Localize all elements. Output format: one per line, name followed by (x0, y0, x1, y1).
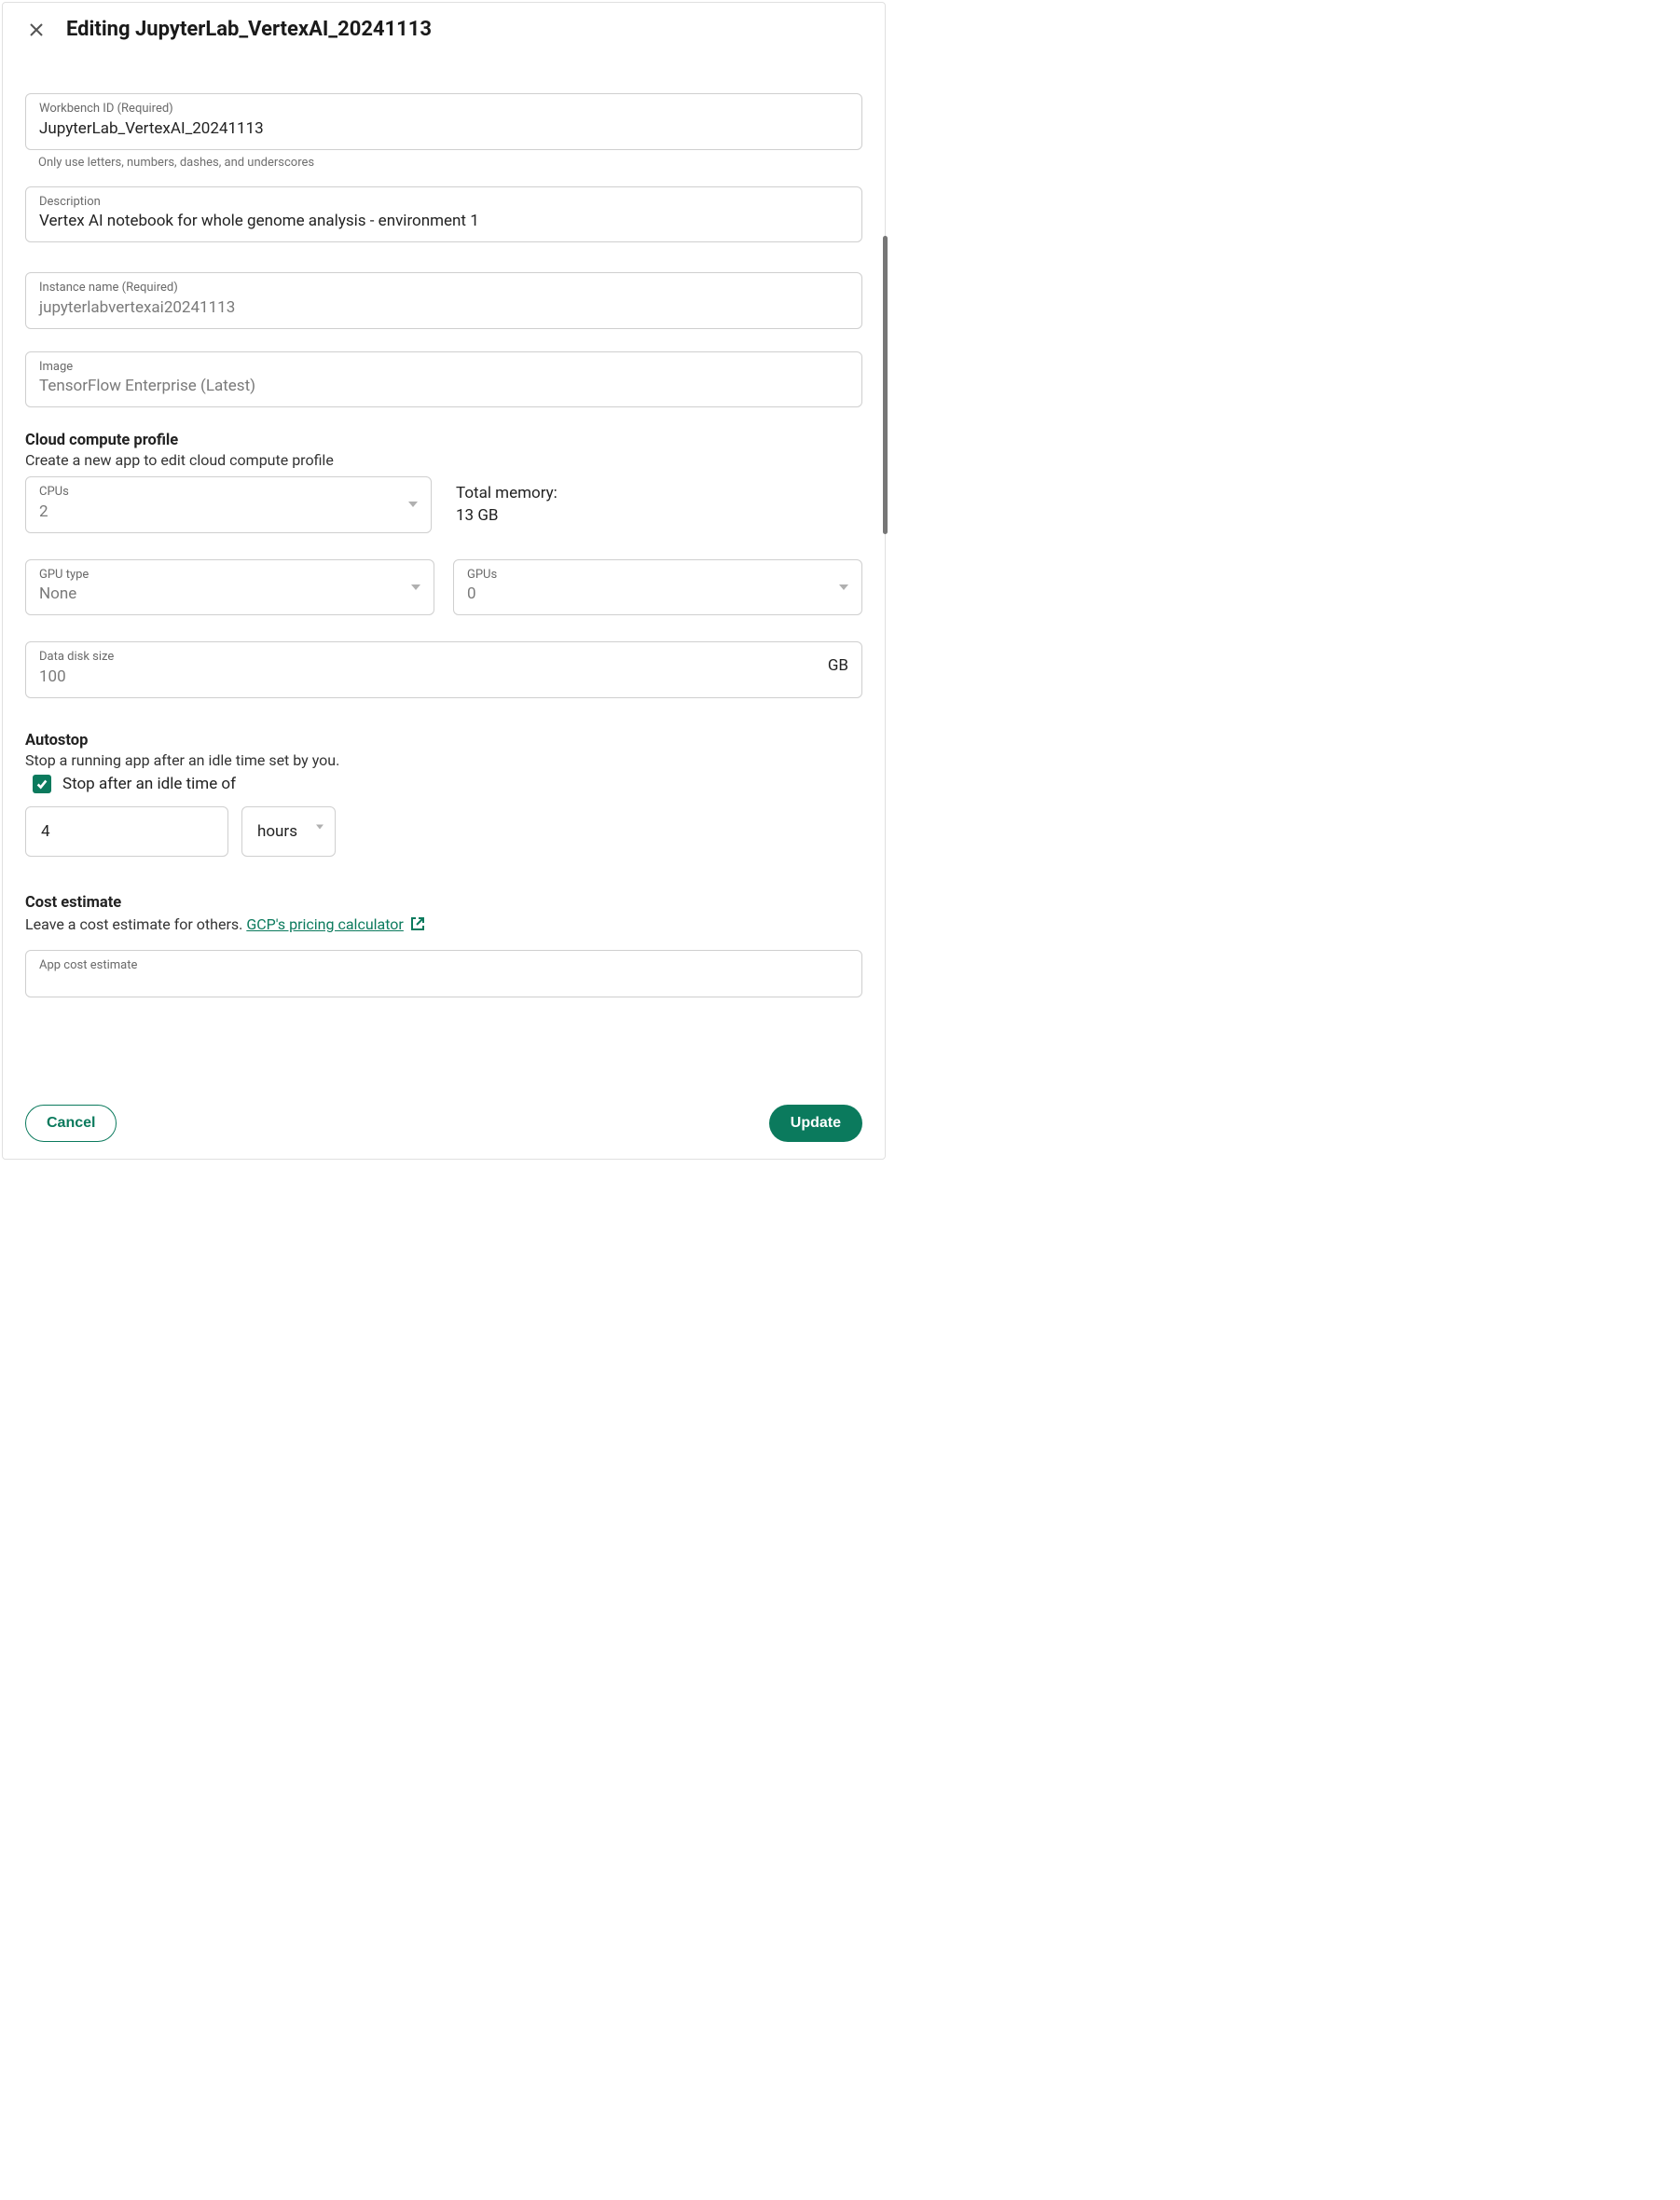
workbench-id-label: Workbench ID (Required) (39, 102, 848, 117)
cost-prefix: Leave a cost estimate for others. (25, 915, 246, 933)
panel-header: Editing JupyterLab_VertexAI_20241113 (3, 3, 885, 50)
image-label: Image (39, 360, 848, 375)
check-icon (35, 777, 48, 791)
autostop-sub: Stop a running app after an idle time se… (25, 751, 862, 769)
chevron-down-icon (316, 824, 324, 829)
autostop-heading: Autostop (25, 732, 862, 749)
scrollbar-thumb[interactable] (883, 236, 888, 534)
workbench-id-value: JupyterLab_VertexAI_20241113 (39, 118, 848, 140)
data-disk-label: Data disk size (39, 650, 848, 665)
description-value: Vertex AI notebook for whole genome anal… (39, 211, 848, 232)
edit-panel: Editing JupyterLab_VertexAI_20241113 Wor… (2, 2, 886, 1160)
pricing-calculator-link[interactable]: GCP's pricing calculator (246, 915, 426, 933)
instance-name-value: jupyterlabvertexai20241113 (39, 297, 848, 319)
cpus-value: 2 (39, 502, 418, 523)
image-value: TensorFlow Enterprise (Latest) (39, 376, 848, 397)
cpus-select[interactable]: CPUs 2 (25, 476, 432, 533)
memory-label: Total memory: (456, 484, 862, 502)
workbench-id-group: Workbench ID (Required) JupyterLab_Verte… (25, 93, 862, 170)
data-disk-field[interactable]: Data disk size 100 GB (25, 641, 862, 698)
panel-footer: Cancel Update (3, 1092, 885, 1159)
description-label: Description (39, 195, 848, 210)
cost-sub-row: Leave a cost estimate for others. GCP's … (25, 915, 862, 933)
workbench-id-helper: Only use letters, numbers, dashes, and u… (25, 156, 862, 170)
cost-estimate-label: App cost estimate (39, 958, 848, 973)
memory-block: Total memory: 13 GB (450, 476, 862, 533)
gpus-label: GPUs (467, 568, 848, 583)
cpus-label: CPUs (39, 485, 418, 500)
external-link-icon (409, 915, 426, 932)
cost-section: Cost estimate Leave a cost estimate for … (25, 887, 862, 998)
workbench-id-field[interactable]: Workbench ID (Required) JupyterLab_Verte… (25, 93, 862, 150)
close-icon[interactable] (25, 19, 48, 41)
compute-sub: Create a new app to edit cloud compute p… (25, 451, 862, 469)
autostop-check-row: Stop after an idle time of (25, 775, 862, 793)
gpu-type-label: GPU type (39, 568, 420, 583)
gpu-type-value: None (39, 584, 420, 605)
autostop-check-label: Stop after an idle time of (62, 775, 236, 793)
description-field[interactable]: Description Vertex AI notebook for whole… (25, 186, 862, 243)
image-field[interactable]: Image TensorFlow Enterprise (Latest) (25, 351, 862, 408)
cancel-button[interactable]: Cancel (25, 1105, 117, 1142)
instance-name-label: Instance name (Required) (39, 281, 848, 296)
gpus-value: 0 (467, 584, 848, 605)
data-disk-unit: GB (828, 656, 848, 675)
gpus-select[interactable]: GPUs 0 (453, 559, 862, 616)
compute-heading: Cloud compute profile (25, 432, 862, 449)
instance-name-field[interactable]: Instance name (Required) jupyterlabverte… (25, 272, 862, 329)
autostop-section: Autostop Stop a running app after an idl… (25, 724, 862, 857)
autostop-unit-select[interactable]: hours (241, 806, 336, 857)
memory-value: 13 GB (456, 506, 862, 525)
chevron-down-icon (411, 584, 420, 590)
autostop-unit-value: hours (257, 822, 297, 841)
data-disk-value: 100 (39, 667, 848, 688)
autostop-value-input[interactable]: 4 (25, 806, 228, 857)
cost-heading: Cost estimate (25, 894, 862, 912)
autostop-checkbox[interactable] (33, 775, 51, 793)
pricing-calculator-link-text: GCP's pricing calculator (246, 915, 404, 933)
cost-estimate-field[interactable]: App cost estimate (25, 950, 862, 998)
chevron-down-icon (408, 502, 418, 507)
panel-content: Workbench ID (Required) JupyterLab_Verte… (3, 50, 885, 997)
update-button[interactable]: Update (769, 1105, 862, 1142)
panel-title: Editing JupyterLab_VertexAI_20241113 (66, 18, 432, 41)
compute-section: Cloud compute profile Create a new app t… (25, 424, 862, 698)
gpu-type-select[interactable]: GPU type None (25, 559, 434, 616)
chevron-down-icon (839, 584, 848, 590)
